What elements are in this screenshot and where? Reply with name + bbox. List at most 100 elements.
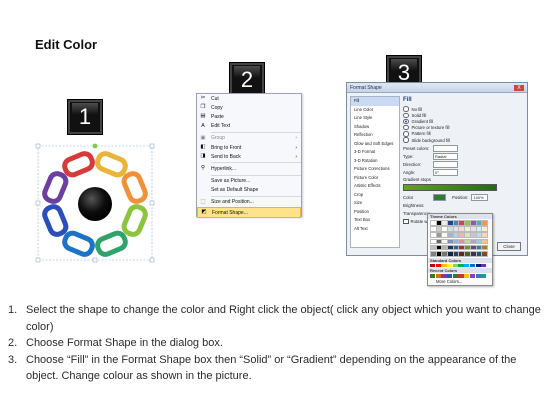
category-item[interactable]: Picture Color — [351, 174, 399, 183]
color-swatch[interactable] — [469, 263, 475, 268]
color-swatch[interactable] — [447, 274, 453, 278]
color-swatch[interactable] — [430, 263, 436, 268]
radio-button[interactable] — [403, 106, 409, 112]
color-swatch[interactable] — [481, 263, 487, 268]
menu-item-copy[interactable]: ❐ Copy — [197, 103, 301, 112]
menu-item-send-to-back[interactable]: ◨ Send to Back › — [197, 152, 301, 161]
color-swatch[interactable] — [458, 263, 464, 268]
color-swatch[interactable] — [447, 263, 453, 268]
color-swatch[interactable] — [481, 274, 487, 278]
field-input[interactable]: 0° — [433, 169, 458, 177]
color-swatch[interactable] — [430, 274, 436, 278]
radio-button[interactable] — [403, 124, 409, 131]
menu-item-save-as-picture[interactable]: Save as Picture... — [197, 177, 301, 186]
menu-item-paste[interactable]: ▤ Paste — [197, 112, 301, 121]
category-item[interactable]: Text Box — [351, 216, 399, 225]
hyperlink-icon: ⚲ — [200, 165, 206, 172]
chain-link — [95, 230, 128, 257]
radio-button[interactable] — [403, 112, 409, 119]
category-list: Fill Line Color Line Style Shadow Reflection… — [350, 96, 400, 248]
field-label: Type: — [403, 154, 414, 160]
position-field[interactable]: 100% — [471, 194, 489, 202]
fill-option-label: Gradient fill — [411, 118, 434, 124]
resize-handle[interactable] — [149, 200, 155, 206]
menu-separator — [211, 195, 301, 197]
menu-item-bring-to-front[interactable]: ◧ Bring to Front › — [197, 143, 301, 152]
color-swatch[interactable] — [435, 274, 441, 278]
category-item[interactable]: Line Color — [351, 106, 399, 115]
category-item[interactable]: Alt Text — [351, 225, 399, 234]
color-swatch[interactable] — [475, 263, 481, 268]
category-item[interactable]: Crop — [351, 191, 399, 200]
color-swatch[interactable] — [469, 274, 475, 278]
instruction-steps: 1. Select the shape to change the color a… — [8, 302, 548, 385]
color-picker-button[interactable] — [433, 194, 446, 202]
color-swatch[interactable] — [481, 244, 489, 251]
color-swatch[interactable] — [441, 263, 447, 268]
menu-item-set-default-shape[interactable]: Set as Default Shape — [197, 186, 301, 195]
resize-handle[interactable] — [149, 257, 155, 263]
gradient-stops-slider[interactable] — [403, 184, 497, 192]
category-item[interactable]: Size — [351, 199, 399, 208]
category-item[interactable]: Glow and Soft Edges — [351, 140, 399, 149]
menu-item-format-shape[interactable]: ◩ Format Shape... — [197, 207, 301, 219]
menu-item-label: Bring to Front — [211, 144, 242, 151]
field-input[interactable] — [433, 161, 458, 169]
fill-option[interactable]: Slide background fill — [403, 137, 523, 143]
resize-handle[interactable] — [35, 143, 41, 149]
menu-item-edit-text[interactable]: A Edit Text — [197, 122, 301, 131]
menu-item-cut[interactable]: ✂ Cut — [197, 94, 301, 103]
menu-item-size-and-position[interactable]: ⬚ Size and Position... — [197, 198, 301, 207]
radio-button[interactable] — [403, 131, 409, 137]
color-swatch[interactable] — [481, 232, 489, 239]
rotate-handle[interactable] — [92, 143, 98, 149]
menu-item-label: Send to Back — [211, 153, 241, 160]
category-item[interactable]: Artistic Effects — [351, 182, 399, 191]
close-button[interactable]: Close — [497, 242, 521, 251]
more-colors-item[interactable]: More Colors... — [428, 279, 492, 285]
category-item[interactable]: Fill — [351, 97, 399, 106]
center-ball — [78, 187, 112, 221]
color-swatch[interactable] — [458, 274, 464, 278]
rotate-checkbox[interactable] — [403, 218, 409, 225]
color-swatch[interactable] — [452, 263, 458, 268]
color-swatch[interactable] — [481, 250, 489, 257]
color-swatch[interactable] — [441, 274, 447, 278]
menu-item-hyperlink[interactable]: ⚲ Hyperlink... — [197, 164, 301, 173]
color-swatch[interactable] — [452, 274, 458, 278]
color-swatch[interactable] — [464, 274, 470, 278]
set-default-shape-icon — [199, 187, 207, 194]
field-input[interactable]: Radial — [433, 153, 458, 161]
resize-handle[interactable] — [35, 257, 41, 263]
color-swatch[interactable] — [481, 220, 489, 226]
brightness-label: Brightness: — [403, 203, 425, 209]
category-item[interactable]: Position — [351, 208, 399, 217]
color-swatch[interactable] — [435, 263, 441, 268]
color-swatch[interactable] — [481, 226, 489, 232]
color-swatch[interactable] — [464, 263, 470, 268]
resize-handle[interactable] — [35, 200, 41, 206]
resize-handle[interactable] — [149, 143, 155, 149]
category-item[interactable]: Line Style — [351, 114, 399, 123]
menu-item-label: Hyperlink... — [211, 165, 237, 172]
resize-handle[interactable] — [92, 257, 98, 263]
close-icon[interactable]: X — [514, 84, 524, 91]
category-item[interactable]: Reflection — [351, 131, 399, 140]
category-item[interactable]: 3-D Rotation — [351, 157, 399, 166]
category-item[interactable]: Picture Corrections — [351, 165, 399, 174]
color-swatch[interactable] — [481, 238, 489, 245]
submenu-arrow-icon: › — [295, 135, 297, 142]
step-badge-1: 1 — [68, 100, 102, 134]
radio-button[interactable] — [403, 137, 409, 143]
menu-item-label: Cut — [211, 95, 219, 102]
field-input[interactable] — [433, 145, 458, 153]
edit-text-icon: A — [201, 122, 205, 129]
category-item[interactable]: Shadow — [351, 123, 399, 132]
category-item[interactable]: 3-D Format — [351, 148, 399, 157]
menu-item-label: Format Shape... — [212, 209, 248, 216]
chain-circle-shape[interactable] — [30, 140, 162, 268]
menu-item-label: Size and Position... — [211, 199, 254, 206]
menu-item-group[interactable]: ▣ Group › — [197, 134, 301, 143]
radio-button[interactable] — [403, 118, 409, 125]
color-swatch[interactable] — [475, 274, 481, 278]
